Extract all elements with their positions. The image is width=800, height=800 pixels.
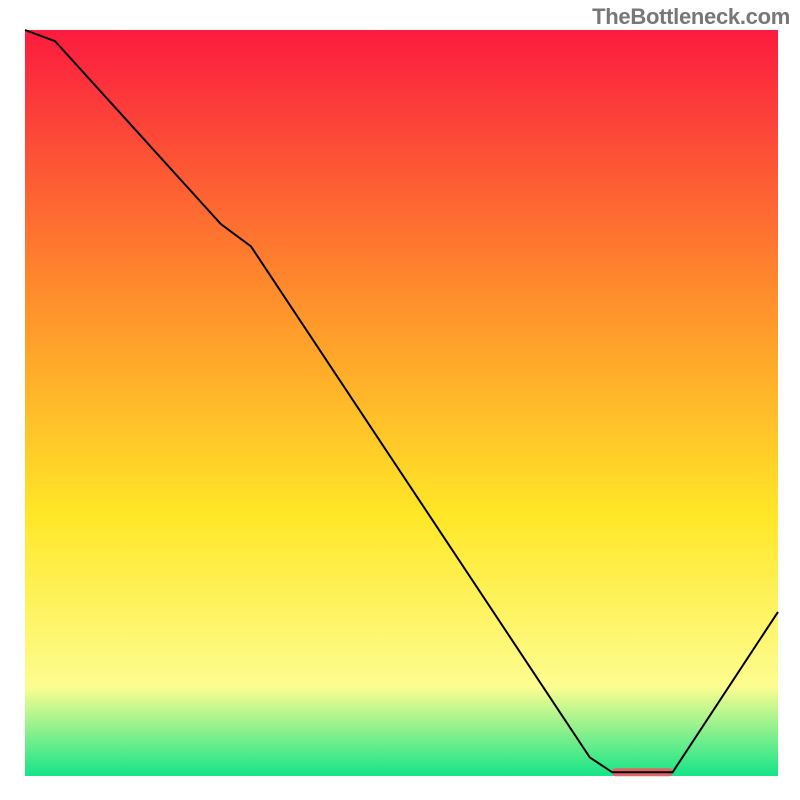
chart-stage: TheBottleneck.com [0,0,800,800]
plot-background [25,30,778,776]
bottleneck-chart [0,0,800,800]
